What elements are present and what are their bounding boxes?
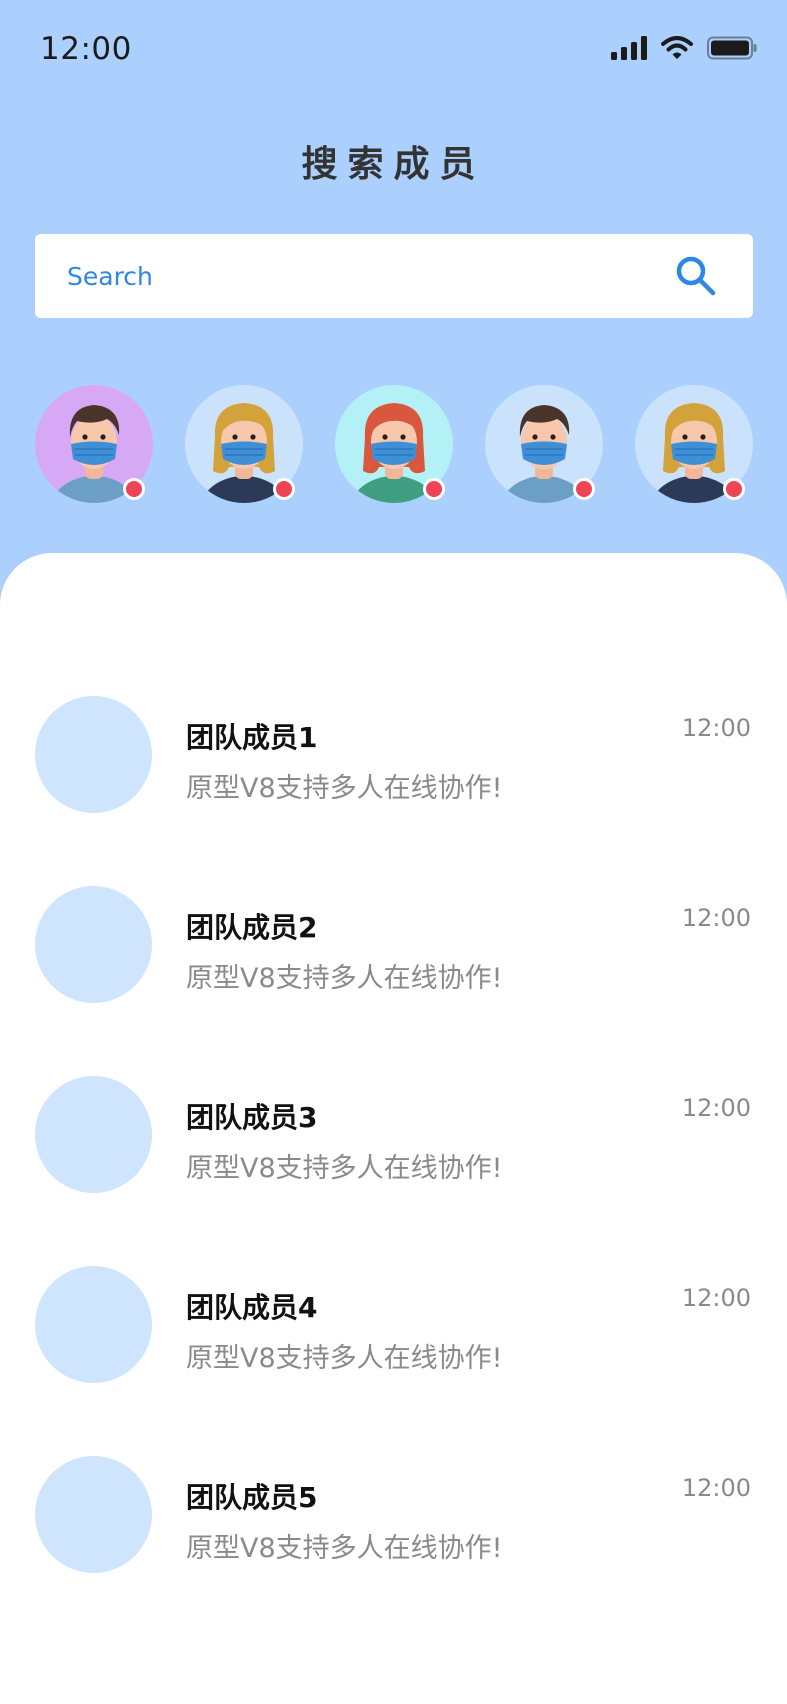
- member-row[interactable]: 团队成员4 原型V8支持多人在线协作! 12:00: [0, 1266, 787, 1386]
- member-time: 12:00: [681, 1284, 751, 1312]
- member-name: 团队成员4: [186, 1291, 318, 1324]
- member-row[interactable]: 团队成员2 原型V8支持多人在线协作! 12:00: [0, 886, 787, 1006]
- member-time: 12:00: [681, 714, 751, 742]
- member-time: 12:00: [681, 1474, 751, 1502]
- online-status-dot: [273, 478, 295, 500]
- header-panel: 12:00 搜索成员: [0, 0, 787, 640]
- online-status-dot: [123, 478, 145, 500]
- battery-icon: [707, 36, 757, 60]
- online-members-strip: [0, 385, 787, 505]
- member-avatar: [35, 1456, 152, 1573]
- member-name: 团队成员5: [186, 1481, 318, 1514]
- member-avatar: [35, 696, 152, 813]
- search-bar: [35, 234, 753, 318]
- search-icon[interactable]: [675, 255, 717, 297]
- wifi-icon: [661, 36, 693, 59]
- online-status-dot: [723, 478, 745, 500]
- member-name: 团队成员3: [186, 1101, 318, 1134]
- status-time: 12:00: [40, 31, 132, 67]
- member-avatar: [35, 1266, 152, 1383]
- member-name: 团队成员1: [186, 721, 318, 754]
- member-row[interactable]: 团队成员3 原型V8支持多人在线协作! 12:00: [0, 1076, 787, 1196]
- online-status-dot: [423, 478, 445, 500]
- member-message: 原型V8支持多人在线协作!: [186, 1533, 503, 1564]
- member-name: 团队成员2: [186, 911, 318, 944]
- member-time: 12:00: [681, 904, 751, 932]
- member-time: 12:00: [681, 1094, 751, 1122]
- member-message: 原型V8支持多人在线协作!: [186, 1153, 503, 1184]
- app-screen: 12:00 搜索成员 Search 团队成员1 原型V8支持多人在线协作! 12…: [0, 0, 787, 1704]
- member-row[interactable]: 团队成员1 原型V8支持多人在线协作! 12:00: [0, 696, 787, 816]
- search-input[interactable]: [67, 234, 647, 318]
- online-status-dot: [573, 478, 595, 500]
- member-avatar: [35, 1076, 152, 1193]
- member-message: 原型V8支持多人在线协作!: [186, 963, 503, 994]
- page-title: 搜索成员: [301, 144, 486, 185]
- status-icons: [611, 36, 757, 60]
- member-avatar: [35, 886, 152, 1003]
- member-list: 团队成员1 原型V8支持多人在线协作! 12:00 团队成员2 原型V8支持多人在线协作…: [0, 553, 787, 1704]
- member-row[interactable]: 团队成员5 原型V8支持多人在线协作! 12:00: [0, 1456, 787, 1576]
- cellular-signal-icon: [611, 36, 647, 60]
- status-bar: 12:00: [0, 0, 787, 100]
- member-message: 原型V8支持多人在线协作!: [186, 1343, 503, 1374]
- member-message: 原型V8支持多人在线协作!: [186, 773, 503, 804]
